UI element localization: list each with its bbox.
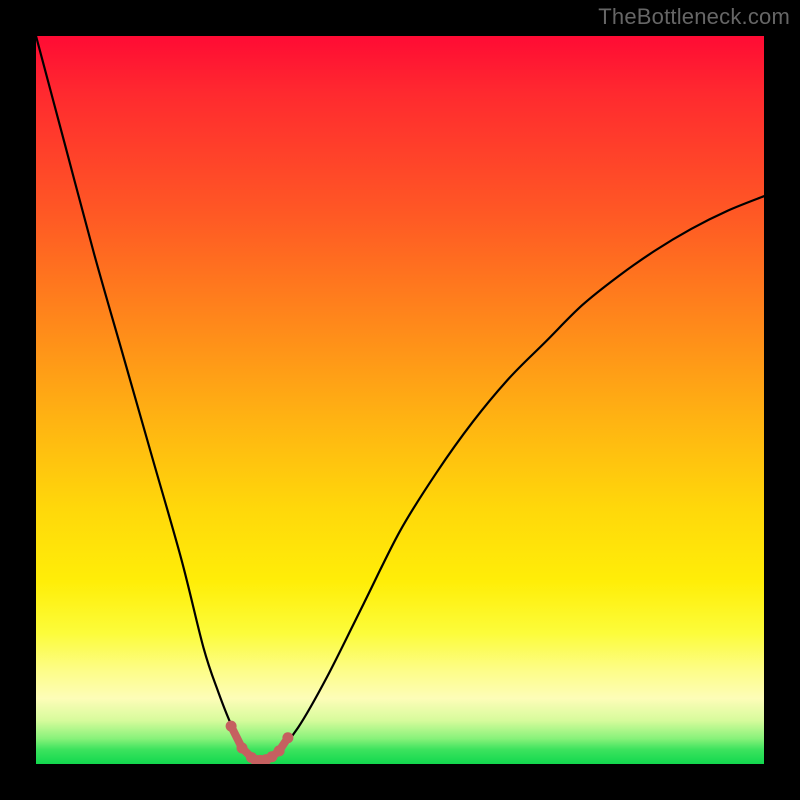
- chart-container: TheBottleneck.com: [0, 0, 800, 800]
- marker-dot: [237, 742, 248, 753]
- marker-dot: [226, 721, 237, 732]
- bottleneck-curve: [36, 36, 764, 761]
- watermark-text: TheBottleneck.com: [598, 4, 790, 30]
- curve-svg: [36, 36, 764, 764]
- marker-dot: [274, 745, 285, 756]
- plot-area: [36, 36, 764, 764]
- marker-dot: [282, 732, 293, 743]
